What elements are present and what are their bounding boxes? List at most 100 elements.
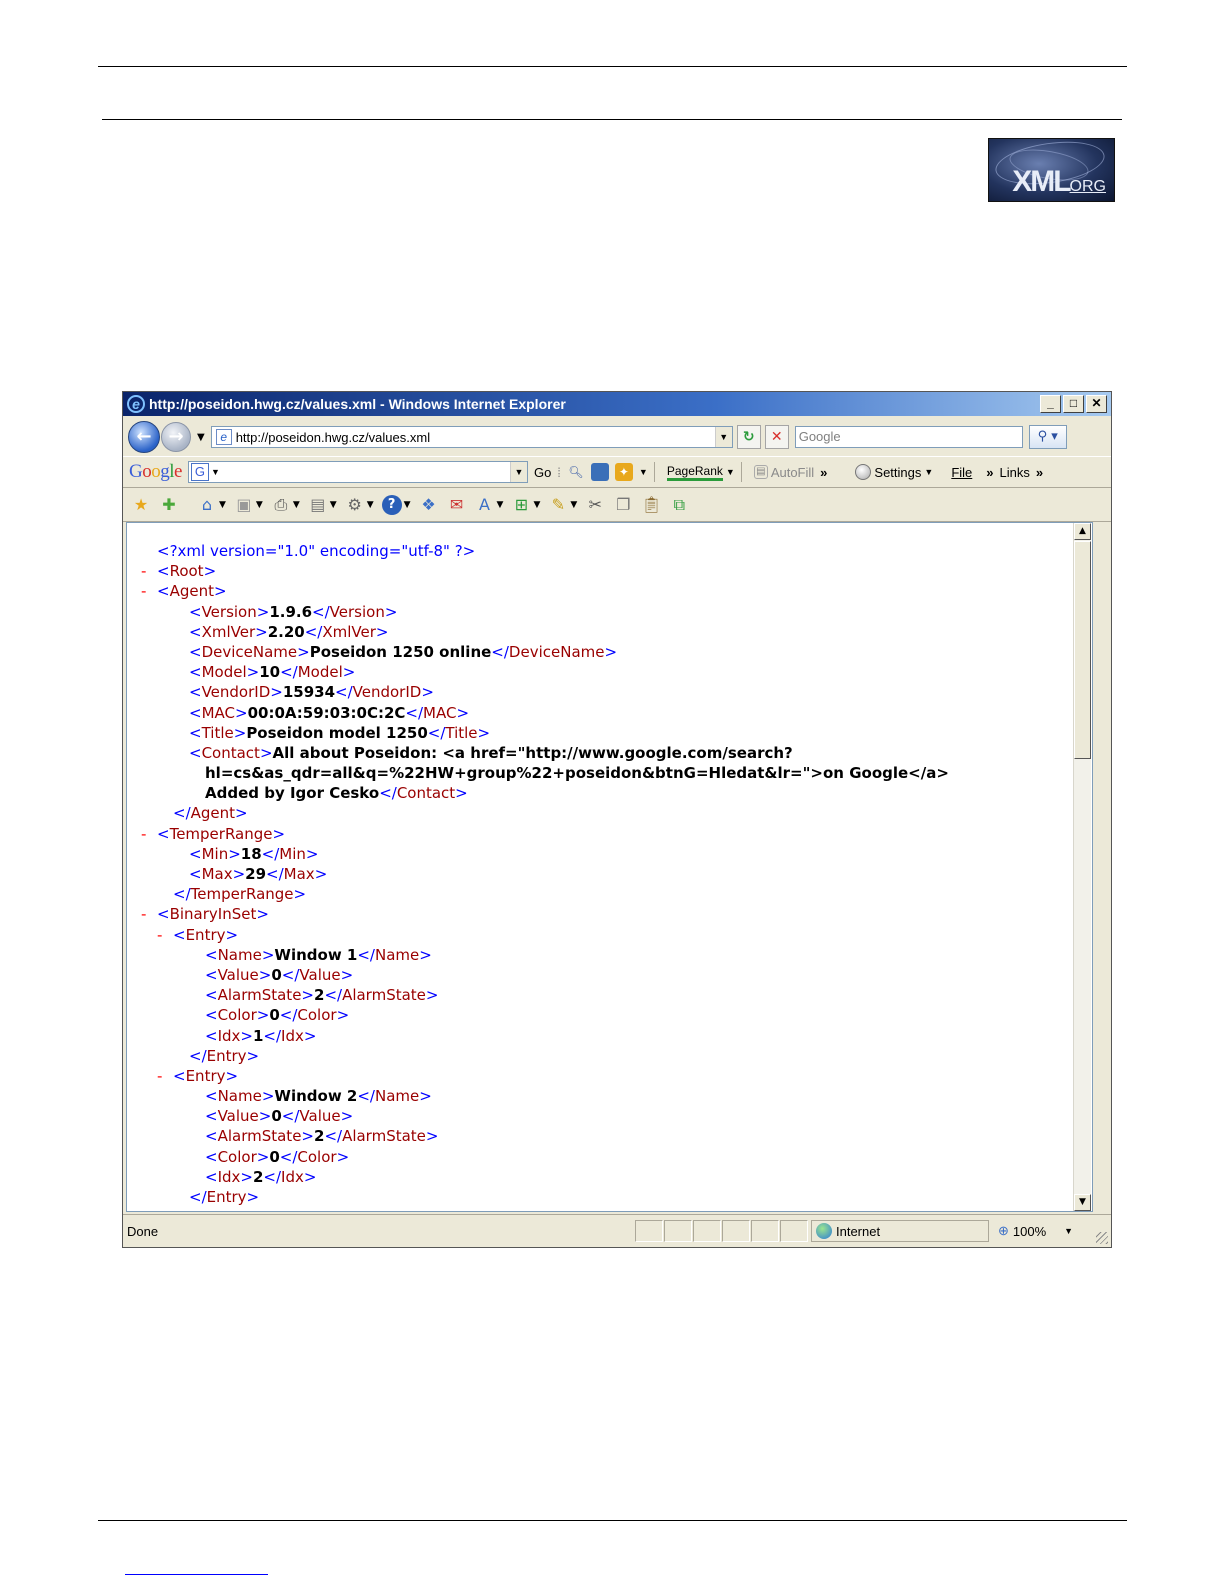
cut-icon[interactable]: ✂ <box>585 495 605 515</box>
xml-markup: Name <box>374 1087 420 1106</box>
xml-markup: > <box>246 1188 260 1206</box>
xml-value: 1 <box>252 1026 264 1045</box>
translate-dropdown-icon[interactable]: ▼ <box>497 500 504 510</box>
home-icon[interactable]: ⌂ <box>197 495 217 515</box>
xml-markup: < <box>157 562 170 581</box>
collapse-toggle[interactable]: - <box>157 1066 173 1086</box>
tools-dropdown-icon[interactable]: ▼ <box>367 500 374 510</box>
page-dropdown-icon[interactable]: ▼ <box>330 500 337 510</box>
print-icon[interactable]: ⎙ <box>271 495 291 515</box>
pencil-dropdown-icon[interactable]: ▼ <box>570 500 577 510</box>
xml-value: 1.9.6 <box>269 602 313 621</box>
news-icon[interactable] <box>590 463 609 481</box>
scroll-down-button[interactable]: ▼ <box>1074 1194 1091 1211</box>
xml-markup: > <box>314 865 328 883</box>
xml-markup: > <box>305 844 319 863</box>
pagerank-indicator[interactable]: PageRank ▼ <box>666 464 735 481</box>
autofill-button[interactable]: ▤ AutoFill <box>753 465 814 480</box>
xml-markup: < <box>205 986 218 1005</box>
favorites-star-icon[interactable]: ★ <box>131 495 151 515</box>
stop-button[interactable]: ✕ <box>764 425 789 449</box>
scroll-up-button[interactable]: ▲ <box>1074 523 1091 540</box>
xml-markup: > <box>240 1026 253 1045</box>
search-input[interactable]: Google <box>794 426 1023 448</box>
xml-markup: > <box>213 582 227 601</box>
minimize-button[interactable]: _ <box>1040 395 1061 413</box>
zoom-control[interactable]: ⊕ 100% ▼ <box>992 1220 1090 1242</box>
collapse-toggle[interactable]: - <box>141 581 157 601</box>
collapse-toggle[interactable]: - <box>141 561 157 581</box>
links-overflow-icon[interactable]: » <box>986 465 993 480</box>
window-titlebar[interactable]: e http://poseidon.hwg.cz/values.xml - Wi… <box>123 392 1111 416</box>
xml-markup: > <box>258 1107 272 1126</box>
xml-markup: VendorID <box>352 683 422 702</box>
google-go-button[interactable]: Go <box>534 465 551 480</box>
print-dropdown-icon[interactable]: ▼ <box>293 500 300 510</box>
scroll-thumb[interactable] <box>1074 541 1091 759</box>
xml-markup: > <box>240 1167 253 1186</box>
xml-view[interactable]: <?xml version="1.0" encoding="utf-8" ?> -… <box>126 522 1093 1212</box>
refresh-button[interactable]: ↻ <box>736 425 761 449</box>
add-favorite-icon[interactable]: ✚ <box>159 495 179 515</box>
address-dropdown-icon[interactable]: ▼ <box>714 427 732 447</box>
resize-grip-icon[interactable] <box>1096 1232 1108 1244</box>
help-icon[interactable]: ? <box>381 494 402 515</box>
xml-tree: <?xml version="1.0" encoding="utf-8" ?> -… <box>141 541 949 1207</box>
feeds-dropdown-icon[interactable]: ▼ <box>256 500 263 510</box>
magnifier-icon[interactable]: 🔍︎ <box>567 463 585 481</box>
toolbar-overflow-icon[interactable]: » <box>820 465 827 480</box>
maximize-button[interactable]: □ <box>1063 395 1084 413</box>
google-logo[interactable]: Google <box>129 461 182 483</box>
collapse-toggle[interactable]: - <box>141 824 157 844</box>
feeds-icon[interactable]: ▣ <box>234 495 254 515</box>
search-button[interactable]: ⚲ ▾ <box>1028 425 1067 449</box>
xml-markup: Contact <box>396 784 456 803</box>
highlight-dropdown-icon[interactable]: ▼ <box>533 500 540 510</box>
xml-value: 18 <box>240 844 262 863</box>
history-dropdown-icon[interactable]: ▼ <box>197 432 205 443</box>
popup-blocker-icon[interactable]: ✦ <box>614 463 633 481</box>
copy-icon[interactable]: ❐ <box>613 495 633 515</box>
xml-markup: > <box>419 945 432 964</box>
popup-dropdown-icon[interactable]: ▼ <box>639 467 648 477</box>
vertical-scrollbar[interactable]: ▲ ▼ <box>1073 523 1091 1211</box>
xml-markup: AlarmState <box>217 1127 302 1146</box>
xml-markup: Entry <box>185 1066 226 1085</box>
collapse-toggle[interactable]: - <box>157 925 173 945</box>
xml-markup: Max <box>283 865 315 883</box>
window-icon[interactable]: ⧉ <box>669 495 689 515</box>
mail-icon[interactable]: ✉ <box>447 495 467 515</box>
xml-value: 2.20 <box>267 622 305 641</box>
xml-markup: </ <box>263 1167 282 1186</box>
tools-gear-icon[interactable]: ⚙ <box>345 495 365 515</box>
address-input[interactable]: e http://poseidon.hwg.cz/values.xml ▼ <box>210 426 733 448</box>
help-dropdown-icon[interactable]: ▼ <box>404 500 411 510</box>
highlight-icon[interactable]: ⊞ <box>511 495 531 515</box>
forward-button[interactable]: → <box>161 422 191 452</box>
xml-markup: AlarmState <box>342 1127 426 1146</box>
close-button[interactable]: ✕ <box>1086 395 1107 413</box>
page-icon[interactable]: ▤ <box>308 495 328 515</box>
security-zone[interactable]: Internet <box>811 1220 989 1242</box>
xml-markup: Idx <box>281 1167 304 1186</box>
back-button[interactable]: ← <box>128 421 160 453</box>
paste-icon[interactable]: 📋︎ <box>641 495 661 515</box>
file-menu[interactable]: File <box>951 465 972 480</box>
footer-link-underline[interactable] <box>125 1574 268 1575</box>
settings-button[interactable]: Settings ▼ <box>855 464 933 480</box>
home-dropdown-icon[interactable]: ▼ <box>219 500 226 510</box>
google-dropdown-icon[interactable]: ▼ <box>509 462 527 482</box>
links-label[interactable]: Links <box>1000 465 1030 480</box>
xml-markup: </ <box>189 1046 207 1065</box>
links-more-icon[interactable]: » <box>1036 465 1043 480</box>
xml-markup: > <box>303 1026 317 1045</box>
xml-markup: Root <box>169 562 204 581</box>
xml-markup: > <box>246 1046 260 1065</box>
xml-markup: Model <box>201 663 247 682</box>
xml-markup: TemperRange <box>169 824 273 843</box>
share-icon[interactable]: ❖ <box>419 495 439 515</box>
google-search-input[interactable]: G ▼ ▼ <box>187 461 528 483</box>
pencil-icon[interactable]: ✎ <box>548 495 568 515</box>
collapse-toggle[interactable]: - <box>141 904 157 924</box>
translate-icon[interactable]: A <box>475 495 495 515</box>
